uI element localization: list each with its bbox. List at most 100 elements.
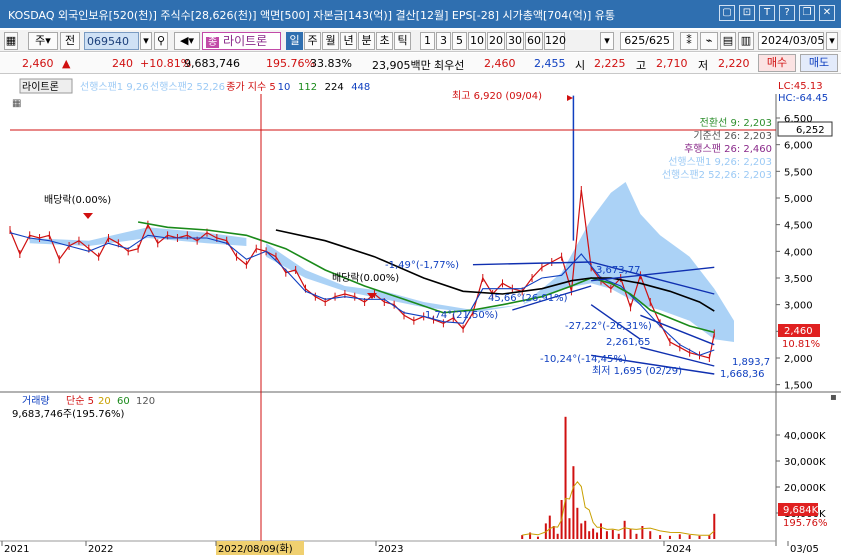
volume-bar bbox=[708, 535, 711, 539]
volume-bar bbox=[580, 523, 583, 539]
titlebar-icons: ▢ ⊡ T ? ❐ ✕ bbox=[719, 5, 835, 21]
interval-tab[interactable]: 년 bbox=[340, 32, 357, 50]
restore-icon[interactable]: ❐ bbox=[799, 5, 815, 21]
annotation: 2,261,65 bbox=[606, 337, 651, 348]
annotation: 3,673,77 bbox=[596, 265, 641, 276]
x-label: 03/05 bbox=[790, 544, 819, 555]
volume-panel-icon[interactable]: ▪ bbox=[830, 392, 837, 403]
window-icon[interactable]: ▢ bbox=[719, 5, 735, 21]
window-title: KOSDAQ 외국인보유[520(천)] 주식수[28,626(천)] 액면[5… bbox=[8, 9, 616, 22]
volume-bar bbox=[521, 535, 524, 539]
annotation: 최저 1,695 (02/29) bbox=[592, 365, 682, 377]
interval-tab[interactable]: 틱 bbox=[394, 32, 411, 50]
period-type-select[interactable]: 주▾ bbox=[28, 32, 58, 50]
legend-item: 선행스팬2 52,26 bbox=[150, 81, 225, 93]
title-bar: KOSDAQ 외국인보유[520(천)] 주식수[28,626(천)] 액면[5… bbox=[0, 0, 841, 28]
volume-bar bbox=[584, 520, 587, 539]
period-type-label: 주 bbox=[35, 34, 46, 47]
volume-total: 9,683,746주(195.76%) bbox=[12, 409, 124, 420]
text-icon[interactable]: T bbox=[759, 5, 775, 21]
multiplier-tab[interactable]: 120 bbox=[544, 32, 566, 50]
current-price-label: 2,460 bbox=[784, 326, 813, 337]
volume-bar bbox=[611, 529, 614, 539]
hc-label: HC:-64.45 bbox=[778, 93, 828, 104]
stock-badge-icon: 종 bbox=[206, 37, 220, 48]
legend-item: 448 bbox=[351, 82, 370, 93]
annotation: 배당락(0.00%) bbox=[332, 272, 399, 284]
x-label: 2023 bbox=[378, 544, 403, 555]
current-volume-pct: 195.76% bbox=[783, 518, 828, 529]
toolbar: ▦ 주▾ 전 ▾ ⚲ ◀▾ 종 라이트론 일주월년분초틱 13510203060… bbox=[0, 30, 841, 52]
date-dropdown-icon[interactable]: ▾ bbox=[826, 32, 838, 50]
count-dropdown-icon[interactable]: ▾ bbox=[600, 32, 614, 50]
stock-code-input[interactable] bbox=[84, 32, 139, 50]
calendar-icon[interactable]: ▥ bbox=[738, 32, 754, 50]
volume-bar bbox=[576, 507, 579, 539]
multiplier-tab[interactable]: 60 bbox=[525, 32, 543, 50]
y-tick-label: 3,500 bbox=[784, 274, 813, 285]
settings-icon[interactable]: ▦ bbox=[12, 98, 21, 109]
chart-title: 라이트론 bbox=[22, 81, 59, 93]
prev-button[interactable]: 전 bbox=[60, 32, 80, 50]
volume-title: 거래량 bbox=[22, 395, 50, 407]
volume-bar bbox=[659, 535, 662, 539]
best-label: 최우선 bbox=[434, 59, 465, 72]
volume-bar bbox=[556, 533, 559, 539]
x-label: 2022 bbox=[88, 544, 113, 555]
volume-bar bbox=[588, 531, 591, 539]
stock-name-field[interactable]: 종 라이트론 bbox=[202, 32, 281, 50]
volume-bar bbox=[678, 534, 681, 539]
info-line: 선행스팬2 52,26: 2,203 bbox=[662, 169, 772, 181]
info-line: 후행스팬 26: 2,460 bbox=[684, 143, 772, 155]
code-dropdown-icon[interactable]: ▾ bbox=[140, 32, 152, 50]
volume-legend-item: 60 bbox=[117, 396, 130, 407]
multiplier-tab[interactable]: 3 bbox=[436, 32, 451, 50]
low-price: 2,220 bbox=[718, 57, 750, 70]
sell-button[interactable]: 매도 bbox=[800, 54, 838, 72]
close-icon[interactable]: ✕ bbox=[819, 5, 835, 21]
interval-tab[interactable]: 분 bbox=[358, 32, 375, 50]
interval-tab[interactable]: 주 bbox=[304, 32, 321, 50]
volume-bar bbox=[649, 531, 652, 539]
buy-button[interactable]: 매수 bbox=[758, 54, 796, 72]
lc-label: LC:45.13 bbox=[778, 81, 823, 92]
volume-bar bbox=[617, 533, 620, 539]
date-field[interactable]: 2024/03/05 bbox=[758, 32, 824, 50]
info-line: 전환선 9: 2,203 bbox=[700, 117, 772, 129]
stock-name-text: 라이트론 bbox=[223, 34, 268, 48]
save-icon[interactable]: ▤ bbox=[720, 32, 736, 50]
price-change: 240 bbox=[112, 57, 133, 70]
high-price: 2,710 bbox=[656, 57, 688, 70]
volume-bar bbox=[623, 520, 626, 539]
stock-chart[interactable]: 라이트론 선행스팬1 9,26 선행스팬2 52,26 종가 지수 5 10 112 22… bbox=[0, 76, 841, 555]
grid-icon[interactable]: ▦ bbox=[4, 32, 18, 50]
legend-item: 선행스팬1 9,26 bbox=[80, 81, 149, 93]
search-icon[interactable]: ⚲ bbox=[154, 32, 168, 50]
interval-tab[interactable]: 초 bbox=[376, 32, 393, 50]
multiplier-tab[interactable]: 30 bbox=[506, 32, 524, 50]
indicator-icon[interactable]: ⁑ bbox=[680, 32, 698, 50]
interval-tab[interactable]: 월 bbox=[322, 32, 339, 50]
multiplier-tab[interactable]: 5 bbox=[452, 32, 467, 50]
volume-bar bbox=[536, 536, 539, 539]
crosshair-value: 6,252 bbox=[796, 125, 825, 136]
annotation: 1,74°(21,50%) bbox=[425, 310, 498, 321]
volume-bar bbox=[688, 535, 691, 539]
speaker-icon[interactable]: ◀▾ bbox=[174, 32, 200, 50]
trend-icon[interactable]: ⌁ bbox=[700, 32, 718, 50]
link-icon[interactable]: ⊡ bbox=[739, 5, 755, 21]
multiplier-tab[interactable]: 20 bbox=[487, 32, 505, 50]
count-field[interactable]: 625/625 bbox=[620, 32, 674, 50]
interval-tab[interactable]: 일 bbox=[286, 32, 303, 50]
volume-bar bbox=[552, 526, 555, 539]
volume-bar bbox=[596, 532, 599, 539]
multiplier-tab[interactable]: 1 bbox=[420, 32, 435, 50]
volume-bar bbox=[548, 515, 551, 539]
volume-legend-item: 120 bbox=[136, 396, 155, 407]
volume-legend: 거래량 단순 5 20 60 120 bbox=[22, 395, 155, 407]
annotation: -1,49°(-1,77%) bbox=[385, 260, 459, 271]
multiplier-tab[interactable]: 10 bbox=[468, 32, 486, 50]
volume-tick-label: 20,000K bbox=[784, 483, 826, 494]
legend-item: 112 bbox=[298, 82, 317, 93]
help-icon[interactable]: ? bbox=[779, 5, 795, 21]
